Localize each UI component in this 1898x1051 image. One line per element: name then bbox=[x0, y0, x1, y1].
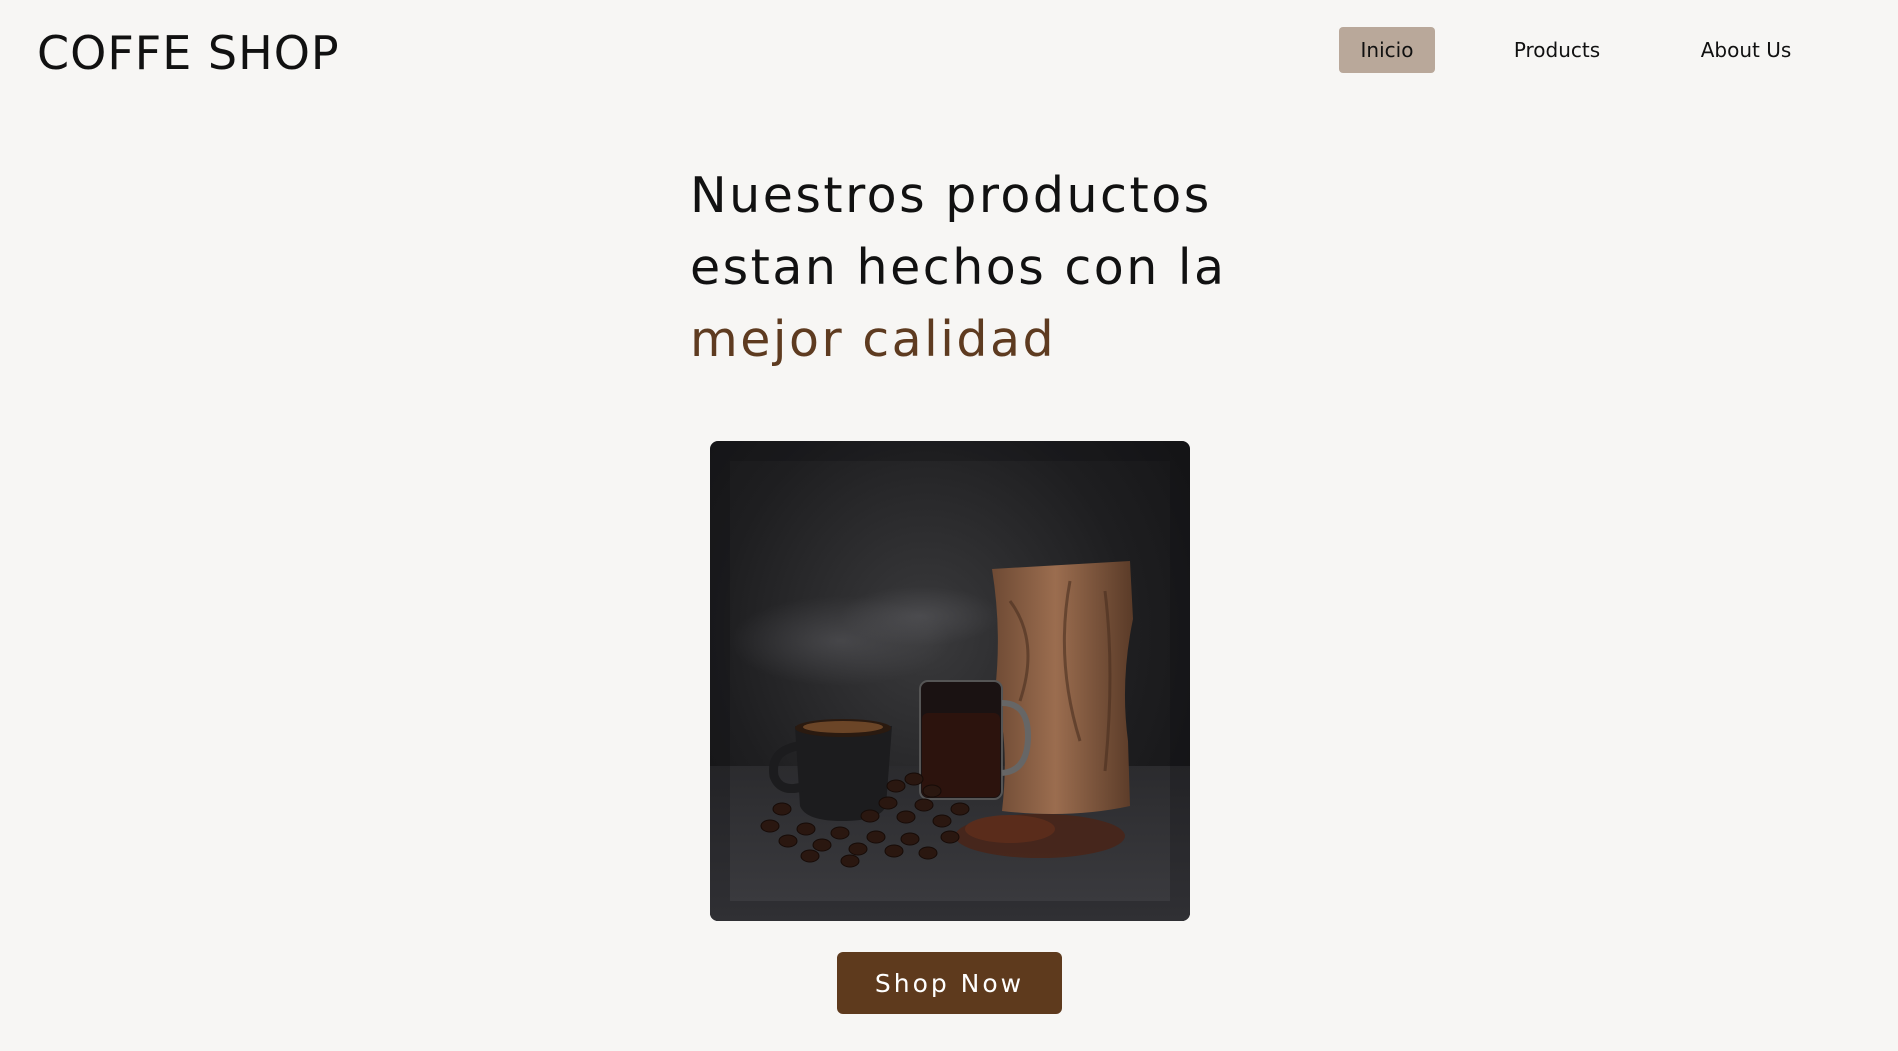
page: COFFE SHOP Inicio Products About Us Nues… bbox=[0, 0, 1898, 1051]
hero-line-1: Nuestros productos bbox=[690, 167, 1212, 224]
hero-heading: Nuestros productos estan hechos con la m… bbox=[690, 160, 1250, 376]
coffee-product-image bbox=[710, 441, 1190, 921]
hero-accent-line: mejor calidad bbox=[690, 311, 1057, 368]
coffee-illustration bbox=[710, 441, 1190, 921]
nav-item-products[interactable]: Products bbox=[1502, 27, 1612, 73]
main-nav: Inicio Products About Us bbox=[1339, 27, 1803, 73]
nav-item-about-us[interactable]: About Us bbox=[1689, 27, 1803, 73]
shop-now-button[interactable]: Shop Now bbox=[837, 952, 1062, 1014]
hero-line-2: estan hechos con la bbox=[690, 239, 1227, 296]
brand-logo[interactable]: COFFE SHOP bbox=[37, 26, 340, 80]
nav-item-inicio[interactable]: Inicio bbox=[1339, 27, 1435, 73]
